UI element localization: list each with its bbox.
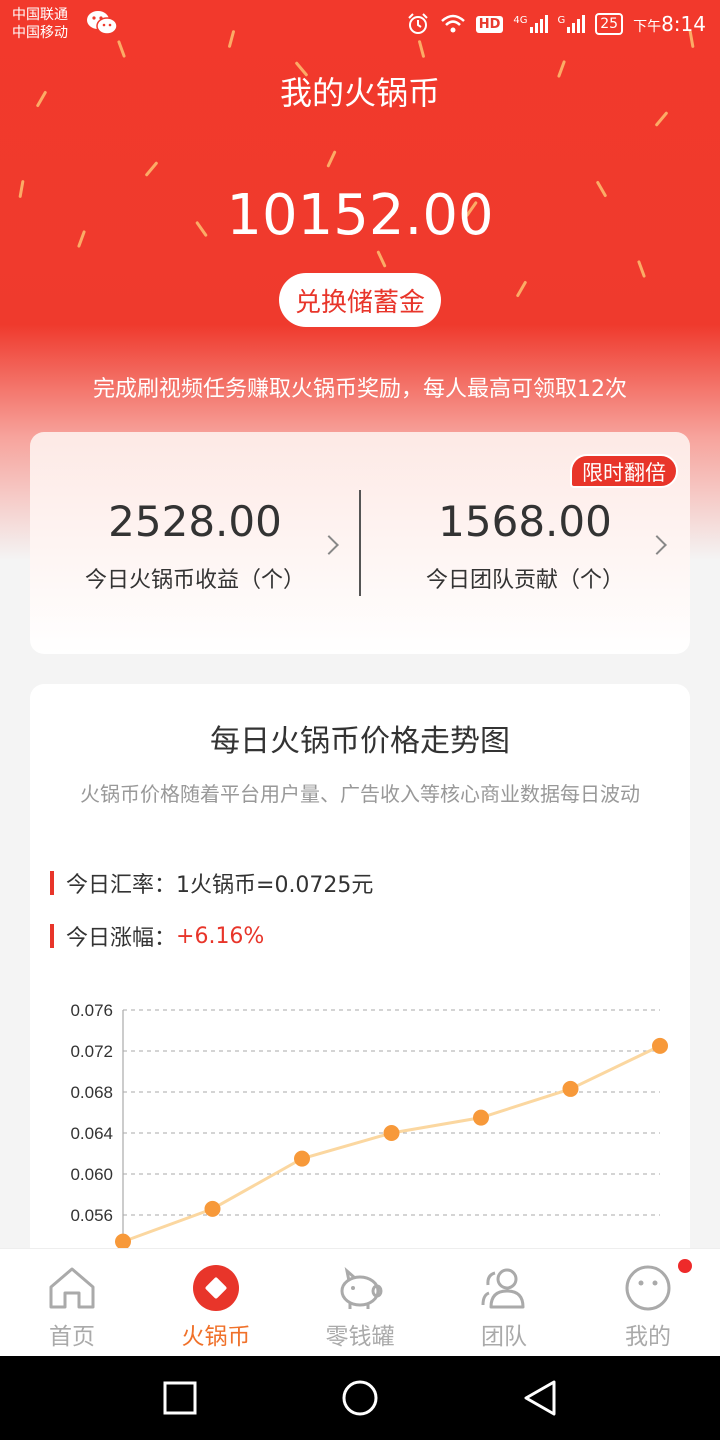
carrier-2: 中国移动 <box>12 25 68 41</box>
price-change-line: 今日涨幅： +6.16% <box>50 922 265 951</box>
confetti-spark <box>144 161 159 177</box>
team-contribution-stat[interactable]: 1568.00 今日团队贡献（个） <box>360 497 690 594</box>
data-point <box>115 1233 131 1248</box>
notification-dot <box>678 1259 692 1273</box>
confetti-spark <box>326 150 337 168</box>
tab-team-label: 团队 <box>481 1324 527 1350</box>
chart-card-subtitle: 火锅币价格随着平台用户量、广告收入等核心商业数据每日波动 <box>80 782 640 806</box>
price-trend-card: 每日火锅币价格走势图 火锅币价格随着平台用户量、广告收入等核心商业数据每日波动 … <box>30 684 690 1264</box>
piggy-bank-icon <box>340 1266 383 1309</box>
limited-double-badge: 限时翻倍 <box>570 454 678 488</box>
carrier-1: 中国联通 <box>12 7 68 23</box>
tab-profile-label: 我的 <box>625 1324 671 1350</box>
coin-icon <box>193 1265 239 1311</box>
tab-piggy-bank-label: 零钱罐 <box>325 1324 395 1350</box>
confetti-spark <box>376 250 387 268</box>
price-change-value: +6.16% <box>176 923 265 949</box>
earnings-summary-card: 限时翻倍 2528.00 今日火锅币收益（个） 1568.00 今日团队贡献（个… <box>30 432 690 654</box>
y-tick-label: 0.076 <box>70 1001 113 1020</box>
data-point <box>473 1109 489 1126</box>
clock-time: 8:14 <box>661 12 706 36</box>
data-point <box>383 1125 400 1141</box>
data-point <box>294 1150 310 1167</box>
chart-card-title: 每日火锅币价格走势图 <box>210 724 510 759</box>
tab-team[interactable]: 团队 <box>432 1249 576 1357</box>
tab-piggy-bank[interactable]: 零钱罐 <box>288 1249 432 1357</box>
signal-4g-icon: 4G <box>513 15 548 33</box>
reward-note: 完成刷视频任务赚取火锅币奖励，每人最高可领取12次 <box>93 377 627 402</box>
profile-icon <box>625 1265 671 1311</box>
today-income-value: 2528.00 <box>108 497 282 546</box>
bottom-tab-bar: 首页 火锅币 零钱罐 团队 我的 <box>0 1248 720 1356</box>
accent-bar <box>50 871 54 895</box>
price-line <box>122 1044 661 1244</box>
team-contribution-label: 今日团队贡献（个） <box>425 568 624 593</box>
wechat-icon <box>87 11 118 35</box>
square-icon[interactable] <box>160 1378 200 1418</box>
data-point <box>204 1200 221 1217</box>
today-income-stat[interactable]: 2528.00 今日火锅币收益（个） <box>30 497 360 594</box>
exchange-rate-line: 今日汇率： 1火锅币=0.0725元 <box>50 869 374 898</box>
data-point <box>652 1037 668 1054</box>
signal-g-icon: G <box>558 15 586 33</box>
coin-balance: 10152.00 <box>226 183 494 248</box>
tab-profile[interactable]: 我的 <box>576 1249 720 1357</box>
status-icons: HD 4G G 25 下午8:14 <box>406 10 706 38</box>
tab-coin-label: 火锅币 <box>181 1324 251 1350</box>
y-tick-label: 0.056 <box>70 1206 113 1225</box>
exchange-rate-label: 今日汇率： <box>66 873 177 898</box>
battery-icon: 25 <box>595 13 624 35</box>
triangle-back-icon[interactable] <box>520 1378 560 1418</box>
y-tick-label: 0.060 <box>70 1165 113 1184</box>
confetti-spark <box>637 260 646 278</box>
clock-prefix: 下午 <box>633 19 662 35</box>
exchange-rate-value: 1火锅币=0.0725元 <box>176 873 374 898</box>
tab-home-label: 首页 <box>49 1324 95 1350</box>
alarm-icon <box>407 13 428 34</box>
circle-icon[interactable] <box>340 1378 380 1418</box>
carrier-info: 中国联通 中国移动 <box>12 6 68 42</box>
network-type-1: 4G <box>513 15 528 26</box>
price-trend-chart: 0.076 0.072 0.068 0.064 0.060 0.056 <box>70 1001 668 1248</box>
team-contribution-value: 1568.00 <box>438 497 612 546</box>
confetti-spark <box>515 280 528 298</box>
page-title: 我的火锅币 <box>279 74 440 112</box>
status-bar: 中国联通 中国移动 HD 4G G 25 下午8:14 <box>0 0 720 50</box>
tab-home[interactable]: 首页 <box>0 1249 144 1357</box>
system-navigation-bar <box>0 1356 720 1440</box>
home-icon <box>49 1267 95 1309</box>
tab-coin[interactable]: 火锅币 <box>144 1249 288 1357</box>
network-type-2: G <box>557 15 566 26</box>
data-point <box>562 1080 579 1097</box>
y-tick-label: 0.068 <box>70 1083 113 1102</box>
today-income-label: 今日火锅币收益（个） <box>84 568 305 593</box>
hd-badge: HD <box>475 15 504 33</box>
wifi-icon <box>440 14 465 33</box>
clock: 下午8:14 <box>633 12 706 36</box>
price-change-label: 今日涨幅： <box>66 926 177 951</box>
team-icon <box>481 1268 525 1309</box>
y-tick-label: 0.072 <box>70 1042 113 1061</box>
accent-bar <box>50 924 54 948</box>
y-tick-label: 0.064 <box>70 1124 113 1143</box>
exchange-savings-button[interactable]: 兑换储蓄金 <box>279 273 441 327</box>
